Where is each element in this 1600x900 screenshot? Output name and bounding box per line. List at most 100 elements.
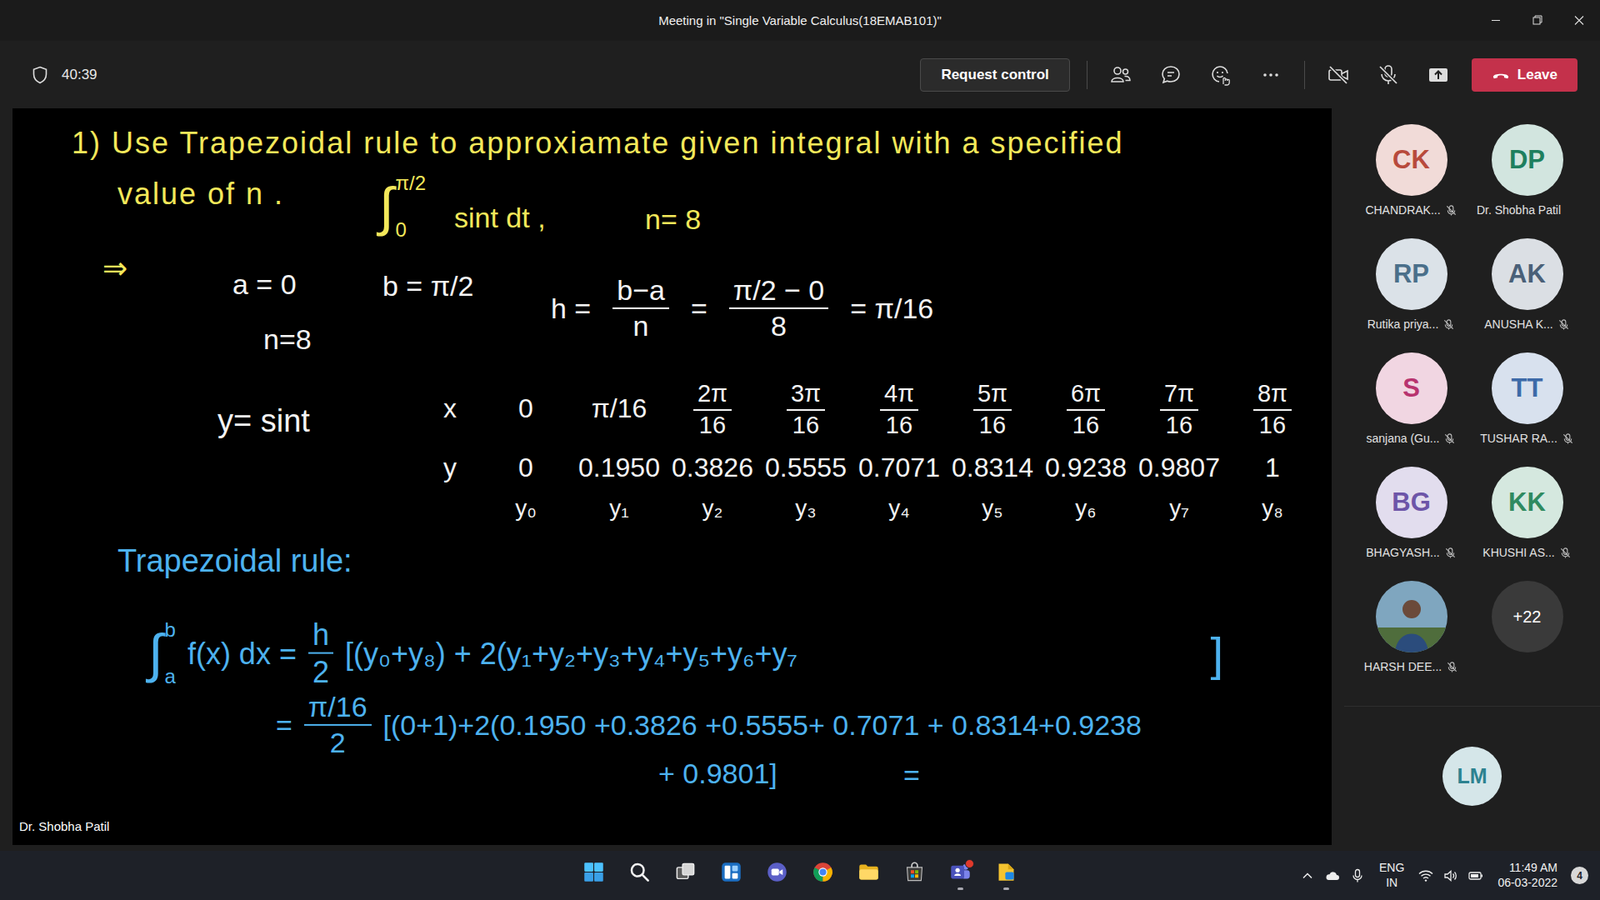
taskbar-app[interactable] [800, 850, 846, 900]
participant-tile[interactable]: HARSH DEE... [1353, 580, 1470, 695]
phone-icon [1491, 65, 1510, 85]
taskbar-app[interactable] [983, 850, 1030, 900]
taskbar-app[interactable] [891, 850, 938, 900]
camera-off-icon[interactable] [1321, 58, 1355, 92]
separator [1304, 60, 1305, 90]
upper-limit: π/2 [395, 173, 427, 194]
mic-off-icon [1442, 318, 1455, 331]
participant-tile[interactable]: TTTUSHAR RA... [1469, 352, 1585, 467]
microphone-off-icon[interactable] [1371, 58, 1405, 92]
taskbar-app[interactable] [937, 850, 984, 900]
x-value: 2π16 [693, 377, 732, 440]
ordinate-label: y₇ [1169, 495, 1190, 522]
close-icon[interactable] [1558, 0, 1600, 41]
denominator: 2 [312, 654, 330, 690]
x-value: 4π16 [880, 377, 919, 440]
y-label: y [443, 452, 457, 484]
fraction: b−an [612, 274, 670, 343]
participant-name: Dr. Shobha Patil [1476, 203, 1578, 217]
participant-name-text: HARSH DEE... [1364, 660, 1442, 674]
reactions-icon[interactable] [1204, 58, 1238, 92]
ordinate-label: y₃ [795, 495, 816, 522]
ordinate-label: y₁ [609, 495, 629, 522]
participant-tile[interactable]: Ssanjana (Gu... [1353, 352, 1470, 467]
restore-icon[interactable] [1516, 0, 1559, 41]
taskbar-app[interactable] [845, 850, 892, 900]
people-icon[interactable] [1104, 58, 1138, 92]
lower-bound: a = 0 [232, 267, 297, 302]
fraction: π/162 [304, 690, 372, 760]
participant-tile[interactable]: AK ANUSHA K... [1469, 238, 1585, 353]
closing-bracket: ] [1210, 625, 1224, 681]
taskbar-app[interactable] [662, 850, 709, 900]
taskbar-app[interactable] [754, 850, 800, 900]
share-icon[interactable] [1421, 58, 1455, 92]
more-icon[interactable] [1254, 58, 1288, 92]
denominator: 16 [699, 410, 726, 440]
taskbar-app[interactable] [708, 850, 755, 900]
meeting-stage: 1) Use Trapezoidal rule to approxiamate … [0, 108, 1600, 851]
formula-body: [(y₀+y₈) + 2(y₁+y₂+y₃+y₄+y₅+y₆+y₇ [345, 635, 798, 671]
step-size-formula: h =b−an=π/2 − 08= π/16 [550, 274, 934, 343]
volume-icon[interactable] [1442, 867, 1460, 885]
request-control-button[interactable]: Request control [920, 58, 1070, 92]
chat-icon[interactable] [1154, 58, 1188, 92]
mic-off-icon [1445, 204, 1458, 217]
integral: ∫π/20 [379, 173, 426, 240]
participant-tile[interactable]: KKKHUSHI AS... [1469, 466, 1585, 581]
wifi-icon[interactable] [1417, 867, 1435, 885]
fraction: 6π16 [1066, 380, 1105, 440]
toolbar-actions: Request control Leave [920, 58, 1578, 92]
participant-name-text: ANUSHA K... [1484, 317, 1553, 331]
numerator: 4π [880, 380, 919, 410]
participant-name-text: BHAGYASH... [1365, 545, 1440, 560]
participant-name-text: sanjana (Gu... [1366, 431, 1440, 445]
taskbar-app[interactable] [616, 850, 663, 900]
upper-bound: b = π/2 [382, 269, 474, 304]
clock[interactable]: 11:49 AM06-03-2022 [1492, 860, 1563, 890]
ordinate-label: y₈ [1261, 495, 1284, 522]
participant-photo [1375, 580, 1448, 653]
participant-tile[interactable]: DPDr. Shobha Patil [1469, 124, 1585, 239]
explorer-icon [857, 860, 880, 884]
integral-limits: π/2 0 [395, 173, 427, 240]
notification-badge[interactable]: 4 [1570, 866, 1589, 885]
mic-off-icon [1557, 318, 1570, 331]
taskbar-app[interactable] [570, 850, 617, 900]
microphone-icon[interactable] [1349, 867, 1366, 885]
upper-limit: b [165, 620, 176, 640]
y-value: 0.9807 [1138, 452, 1220, 484]
integrand: sint dt , [454, 200, 546, 235]
fraction: 5π16 [973, 380, 1012, 440]
x-value: 7π16 [1160, 377, 1199, 440]
cloud-icon[interactable] [1324, 867, 1341, 885]
taskbar-apps [570, 850, 1030, 900]
self-view: LM [1344, 705, 1600, 846]
substitution-body: [(0+1)+2(0.1950 +0.3826 +0.5555+ 0.7071 … [383, 708, 1142, 743]
participant-avatar: AK [1491, 238, 1564, 310]
lower-limit: 0 [395, 220, 427, 240]
leave-button[interactable]: Leave [1471, 58, 1578, 92]
shared-screen-area: 1) Use Trapezoidal rule to approxiamate … [0, 108, 1345, 851]
chevron-up-icon[interactable] [1299, 867, 1316, 885]
more-participants[interactable]: +22 [1469, 580, 1585, 695]
participant-tile[interactable]: RPRutika priya... [1353, 238, 1470, 353]
substitution: =π/162[(0+1)+2(0.1950 +0.3826 +0.5555+ 0… [275, 690, 1142, 760]
participant-tile[interactable]: BGBHAGYASH... [1353, 466, 1470, 581]
y-value: 0.3826 [671, 452, 754, 484]
shield-icon[interactable] [30, 65, 50, 85]
meeting-timer: 40:39 [61, 66, 98, 84]
input-language[interactable]: ENGIN [1374, 860, 1410, 890]
minimize-icon[interactable] [1475, 0, 1517, 41]
clock-time: 11:49 AM [1509, 860, 1558, 876]
participant-tile[interactable]: CKCHANDRAK... [1353, 124, 1470, 239]
denominator: 2 [330, 725, 346, 760]
participant-name: Rutika priya... [1367, 317, 1456, 331]
ordinate-label: y₀ [515, 495, 537, 522]
y-value: 0.5555 [765, 452, 847, 484]
running-indicator [1003, 887, 1010, 890]
battery-icon[interactable] [1467, 867, 1485, 885]
h-label: h = [550, 291, 591, 326]
fraction: 3π16 [786, 380, 825, 440]
participant-name: TUSHAR RA... [1480, 431, 1575, 445]
